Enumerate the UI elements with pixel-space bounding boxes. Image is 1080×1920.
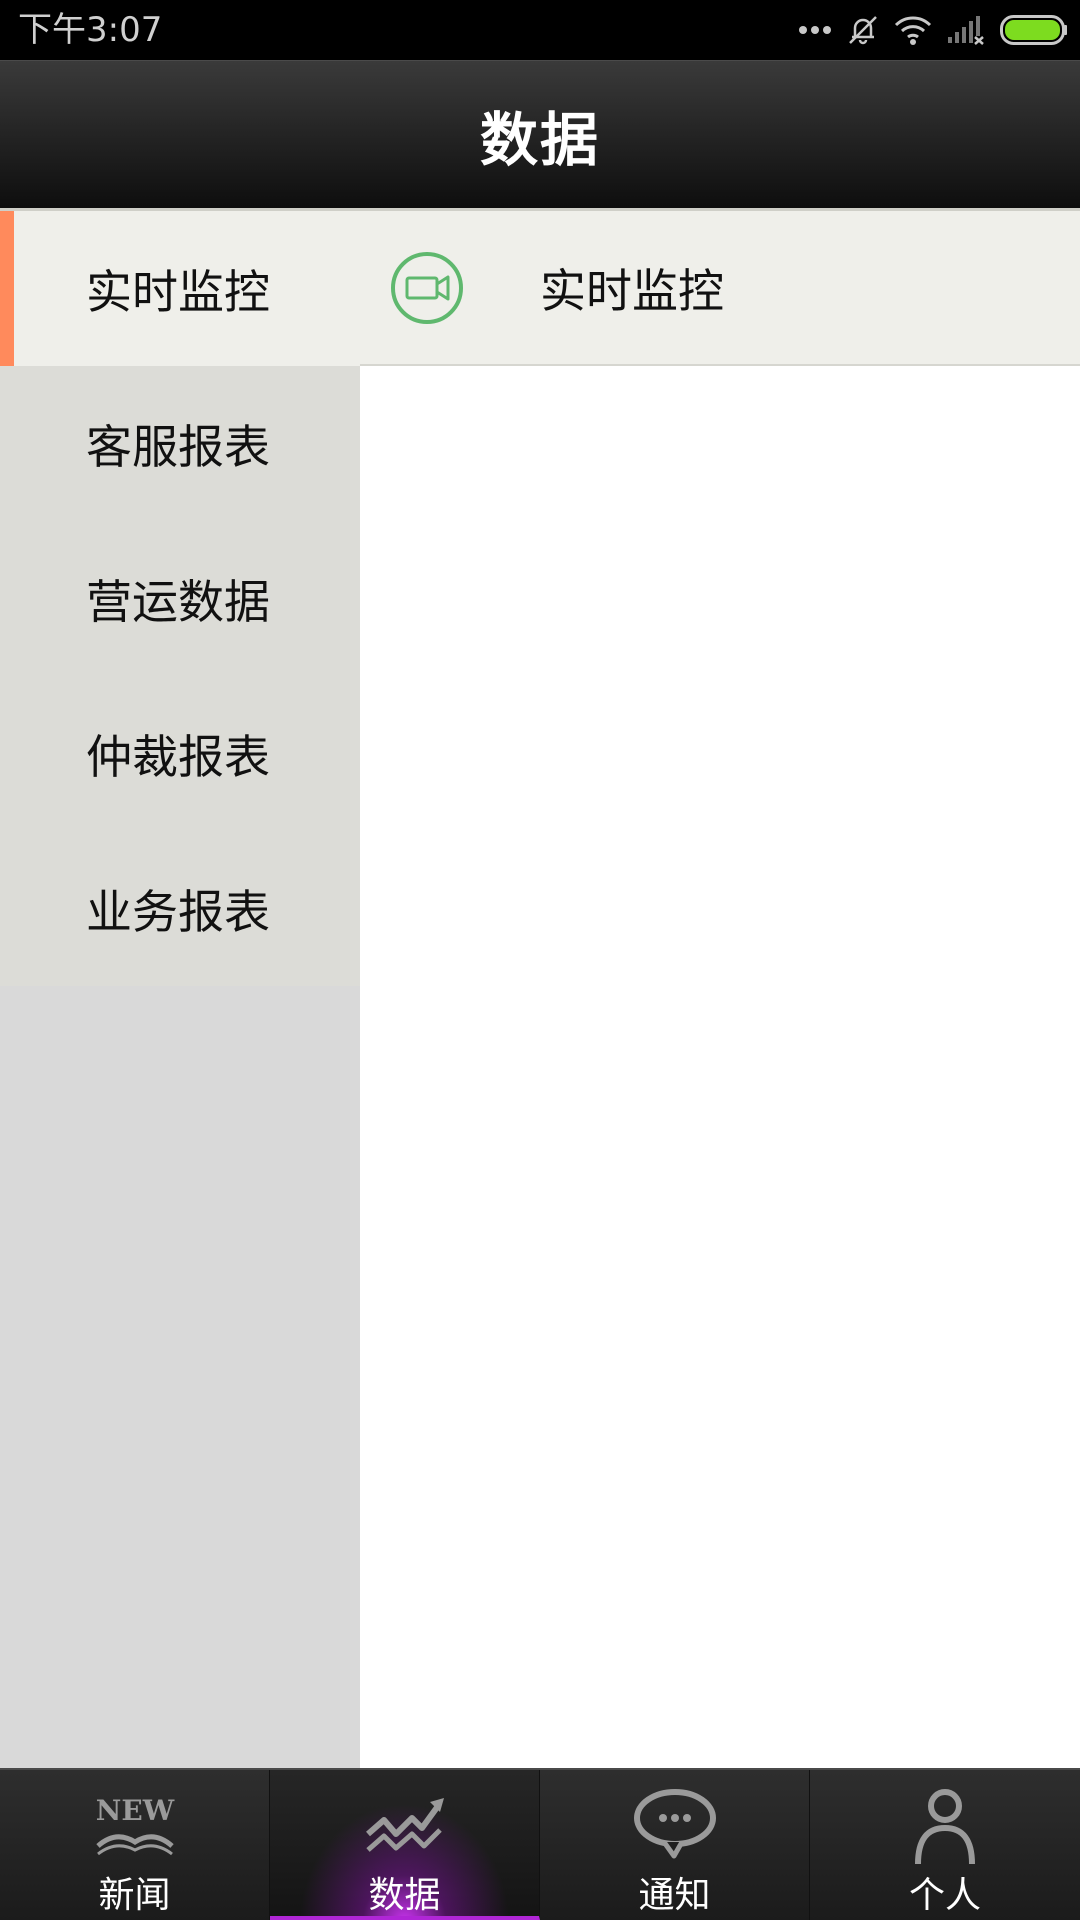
screen: 下午3:07 数据 实时监控 客服报表 营运数据 仲裁报表 业务报表 实时监控 … [0,0,1080,1920]
app-header: 数据 [0,60,1080,208]
sidebar-item-label: 营运数据 [86,574,270,629]
sidebar-item-arbitration-report[interactable]: 仲裁报表 [0,676,360,831]
sidebar-item-realtime-monitor[interactable]: 实时监控 [0,211,390,366]
person-icon [900,1784,990,1865]
tab-news[interactable]: NEW 新闻 [0,1770,270,1920]
sidebar-item-customer-service-report[interactable]: 客服报表 [0,366,360,521]
chat-bubble-icon [630,1784,720,1864]
sidebar-item-label: 业务报表 [86,884,270,939]
status-bar: 下午3:07 [0,0,1080,60]
news-icon: NEW [90,1784,180,1864]
tab-notifications[interactable]: 通知 [540,1770,810,1920]
no-signal-icon [946,15,986,45]
mute-bell-icon [846,13,880,47]
battery-full-icon [1000,15,1068,45]
tab-data[interactable]: 数据 [270,1770,540,1920]
sub-item-label: 实时监控 [540,263,724,318]
tab-label: 新闻 [98,1875,171,1916]
status-icons [798,10,1068,50]
sub-item-realtime-monitor[interactable]: 实时监控 [360,211,1080,366]
main-content: 实时监控 [360,211,1080,1768]
video-camera-icon [390,251,464,325]
wifi-icon [894,15,932,45]
sidebar-item-label: 实时监控 [86,264,270,319]
page-title: 数据 [479,105,600,174]
tab-profile[interactable]: 个人 [810,1770,1080,1920]
bottom-tab-bar: NEW 新闻 数据 通知 个人 [0,1768,1080,1920]
tab-label: 通知 [638,1875,711,1916]
sidebar-item-business-report[interactable]: 业务报表 [0,831,360,986]
sidebar-item-label: 客服报表 [86,419,270,474]
more-dots-icon [798,24,832,36]
tab-label: 数据 [368,1875,441,1916]
sidebar: 实时监控 客服报表 营运数据 仲裁报表 业务报表 [0,211,390,1768]
news-icon-text: NEW [95,1794,174,1827]
tab-label: 个人 [908,1875,981,1916]
chart-trend-icon [360,1784,450,1864]
status-time: 下午3:07 [18,10,163,50]
sidebar-item-operations-data[interactable]: 营运数据 [0,521,360,676]
sidebar-item-label: 仲裁报表 [86,729,270,784]
